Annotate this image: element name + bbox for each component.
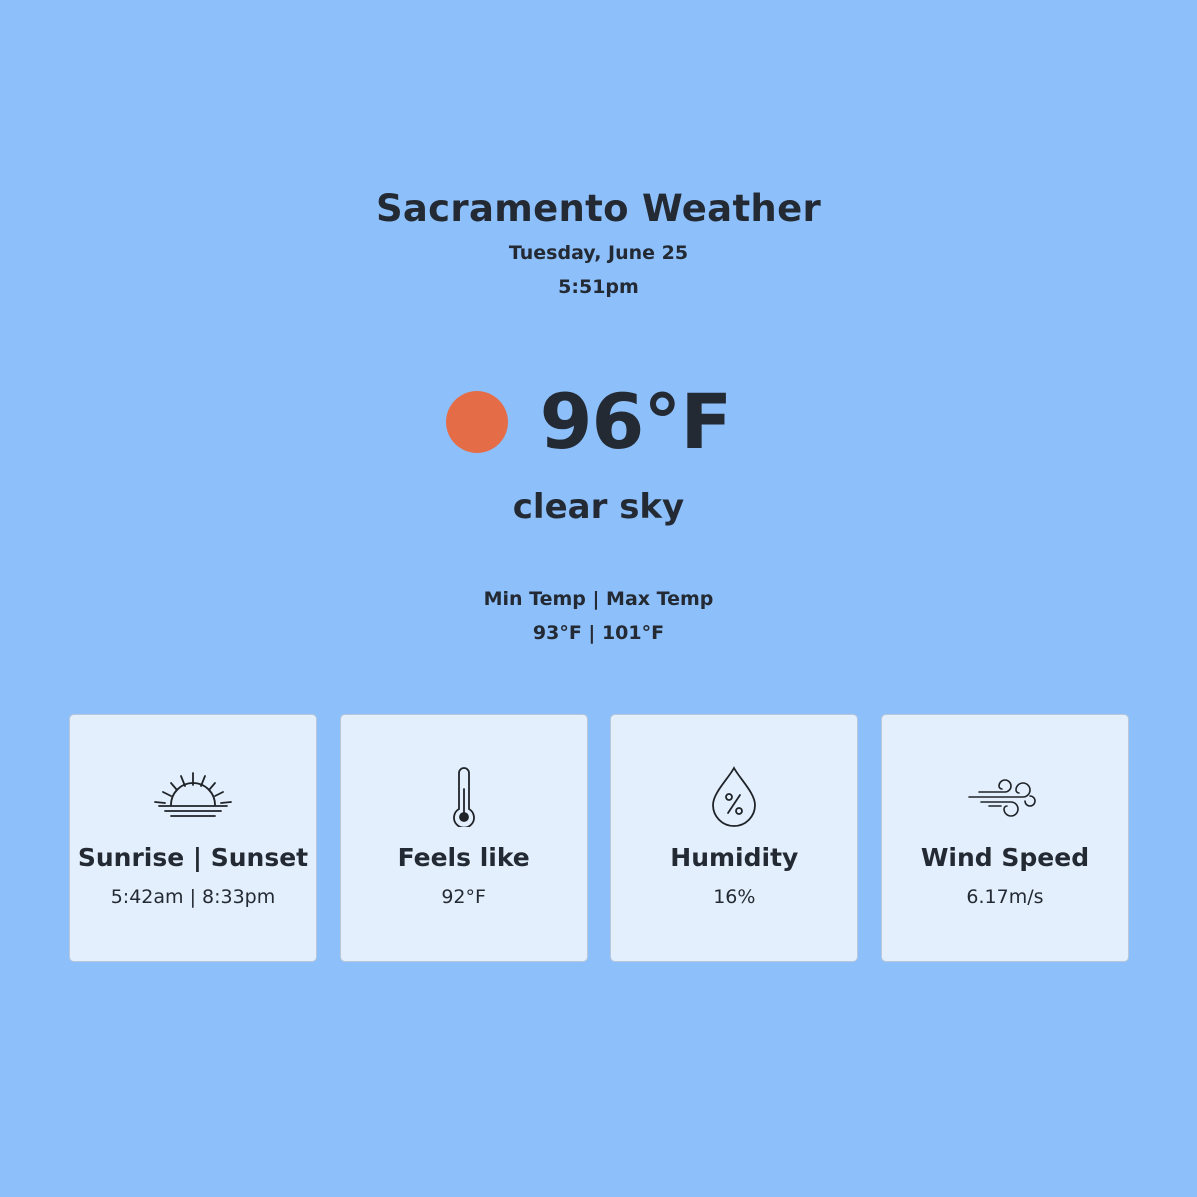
sunrise-icon	[70, 765, 316, 829]
feels-like-card: Feels like 92°F	[339, 714, 588, 962]
card-title: Wind Speed	[920, 843, 1090, 872]
wind-speed-card: Wind Speed 6.17m/s	[880, 714, 1129, 962]
card-value: 6.17m/s	[966, 886, 1044, 908]
card-title: Sunrise | Sunset	[77, 843, 309, 872]
current-weather: 96°F	[0, 372, 1197, 472]
min-max-temperature: Min Temp | Max Temp 93°F | 101°F	[0, 582, 1197, 650]
page-title: Sacramento Weather	[375, 187, 822, 230]
current-temperature: 96°F	[539, 377, 733, 466]
card-title: Humidity	[670, 843, 799, 872]
weather-details: Sunrise | Sunset 5:42am | 8:33pm Feels l…	[69, 714, 1129, 962]
card-title: Feels like	[397, 843, 530, 872]
thermometer-icon	[341, 765, 587, 829]
current-time: 5:51pm	[558, 276, 639, 298]
weather-header: Sacramento Weather Tuesday, June 25 5:51…	[0, 182, 1197, 304]
current-date: Tuesday, June 25	[508, 242, 689, 264]
sun-icon	[445, 391, 508, 453]
humidity-card: Humidity 16%	[610, 714, 859, 962]
min-max-value: 93°F | 101°F	[532, 622, 665, 644]
min-max-label: Min Temp | Max Temp	[483, 588, 714, 610]
humidity-drop-icon	[611, 765, 857, 829]
wind-icon	[882, 765, 1128, 829]
sunrise-sunset-card: Sunrise | Sunset 5:42am | 8:33pm	[69, 714, 317, 962]
weather-condition: clear sky	[512, 487, 685, 527]
card-value: 16%	[713, 886, 756, 908]
card-value: 5:42am | 8:33pm	[110, 886, 276, 908]
card-value: 92°F	[441, 886, 486, 908]
